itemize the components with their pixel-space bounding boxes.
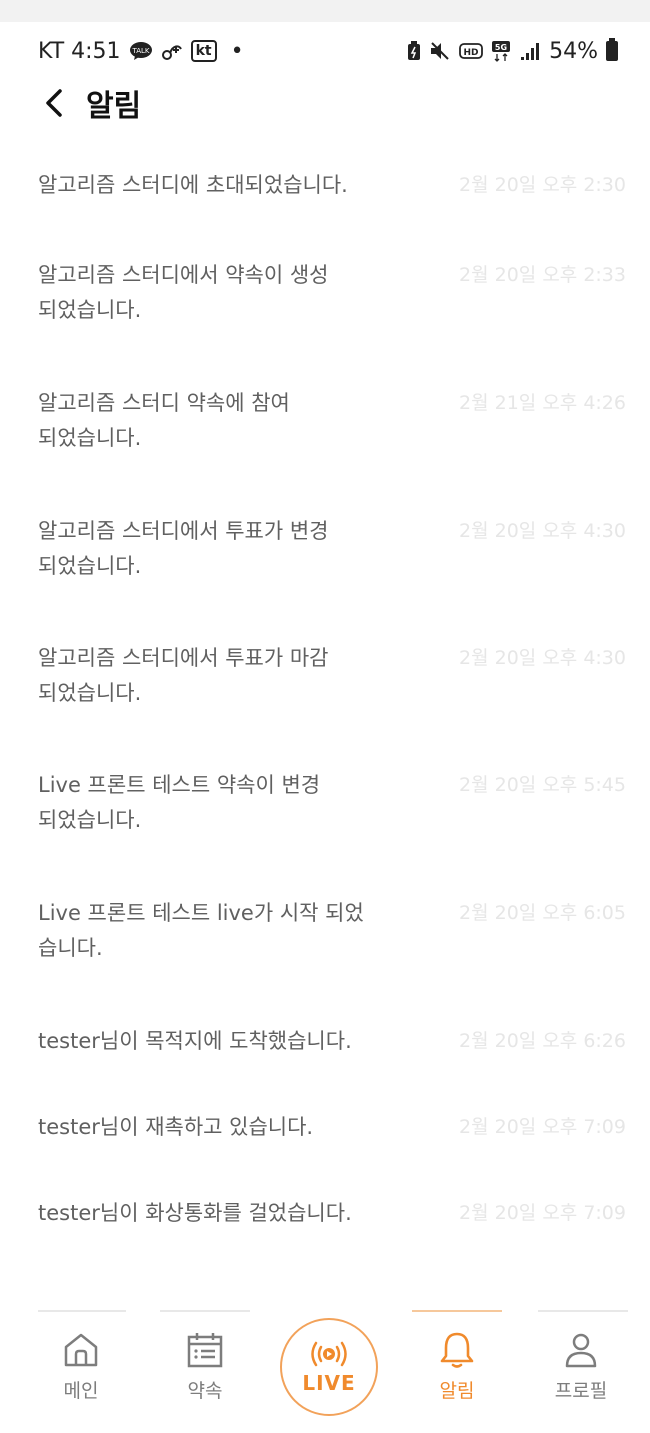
link-icon: [161, 45, 182, 60]
hd-icon: HD: [459, 43, 483, 59]
notification-message: tester님이 재촉하고 있습니다.: [38, 1115, 314, 1139]
notification-message: tester님이 목적지에 도착했습니다.: [38, 1029, 352, 1053]
signal-icon: [521, 43, 540, 60]
notification-time: 2월 21일 오후 4:26: [459, 392, 626, 414]
kt-icon: kt: [190, 40, 217, 62]
talk-icon: TALK: [129, 42, 152, 60]
notification-time: 2월 20일 오후 5:45: [459, 774, 626, 796]
notification-message: Live 프론트 테스트 live가 시작 되었습니다.: [38, 901, 364, 960]
back-button[interactable]: [34, 83, 74, 123]
calendar-icon: [187, 1333, 223, 1368]
tab-divider: [412, 1310, 502, 1312]
bottom-tab-bar: 메인 약속 LIVE 알림 프로필: [0, 1310, 650, 1433]
tab-divider: [160, 1310, 250, 1312]
tab-divider: [538, 1310, 628, 1312]
notification-message: 알고리즘 스터디에서 투표가 마감되었습니다.: [38, 646, 329, 705]
page-title: 알림: [86, 89, 142, 124]
notification-time: 2월 20일 오후 4:30: [459, 647, 626, 669]
status-bar: KT 4:51 TALK kt • HD 5G 54%: [0, 22, 650, 80]
tab-alarm[interactable]: 알림: [412, 1330, 502, 1403]
broadcast-icon: [311, 1341, 347, 1367]
carrier-time: KT 4:51: [38, 38, 121, 64]
svg-text:5G: 5G: [495, 43, 507, 52]
tab-alarm-label: 알림: [439, 1380, 475, 1402]
notification-time: 2월 20일 오후 6:05: [459, 902, 626, 924]
header: 알림: [0, 78, 650, 128]
tab-profile-label: 프로필: [554, 1380, 608, 1402]
notification-message: 알고리즘 스터디에 초대되었습니다.: [38, 173, 348, 197]
tab-home[interactable]: 메인: [36, 1330, 126, 1403]
battery-icon: [606, 38, 618, 61]
status-right: HD 5G 54%: [407, 38, 618, 64]
5g-icon: 5G: [492, 41, 511, 62]
battery-saver-icon: [408, 41, 421, 60]
top-strip: [0, 0, 650, 22]
notification-time: 2월 20일 오후 4:30: [459, 520, 626, 542]
chevron-left-icon: [46, 89, 62, 117]
mute-icon: [431, 42, 449, 60]
tab-divider: [38, 1310, 126, 1312]
notification-time: 2월 20일 오후 6:26: [459, 1030, 626, 1052]
live-button[interactable]: LIVE: [280, 1318, 378, 1416]
notification-message: 알고리즘 스터디 약속에 참여되었습니다.: [38, 391, 290, 450]
notification-dot: •: [230, 38, 244, 64]
notification-time: 2월 20일 오후 2:33: [459, 264, 626, 286]
notification-time: 2월 20일 오후 7:09: [459, 1202, 626, 1224]
tab-schedule-label: 약속: [187, 1380, 223, 1402]
tab-schedule[interactable]: 약속: [160, 1330, 250, 1403]
home-icon: [64, 1333, 98, 1367]
notification-message: 알고리즘 스터디에서 약속이 생성되었습니다.: [38, 263, 329, 322]
tab-home-label: 메인: [63, 1380, 99, 1402]
battery-percent: 54%: [549, 38, 598, 64]
svg-text:TALK: TALK: [131, 47, 149, 55]
tab-profile[interactable]: 프로필: [536, 1330, 626, 1403]
notification-time: 2월 20일 오후 2:30: [459, 174, 626, 196]
notification-message: 알고리즘 스터디에서 투표가 변경되었습니다.: [38, 519, 329, 578]
notification-message: Live 프론트 테스트 약속이 변경되었습니다.: [38, 773, 321, 832]
svg-text:HD: HD: [464, 48, 479, 58]
person-icon: [565, 1333, 597, 1368]
notification-message: tester님이 화상통화를 걸었습니다.: [38, 1201, 352, 1225]
bell-icon: [440, 1332, 474, 1368]
notification-time: 2월 20일 오후 7:09: [459, 1116, 626, 1138]
live-label: LIVE: [302, 1371, 356, 1395]
status-left: KT 4:51 TALK kt •: [38, 39, 244, 64]
